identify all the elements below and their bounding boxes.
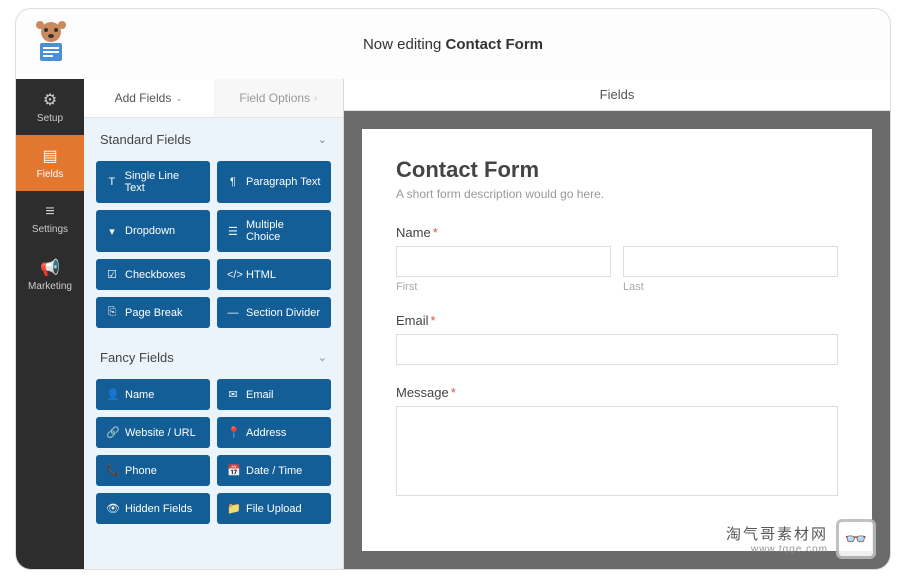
phone-icon: 📞: [106, 464, 118, 477]
first-name-input[interactable]: [396, 246, 611, 277]
fields-panel: Add Fields⌄ Field Options› Standard Fiel…: [84, 79, 344, 569]
field-phone[interactable]: 📞Phone: [96, 455, 210, 486]
sidebar-item-label: Fields: [37, 169, 64, 180]
top-bar: Now editing Contact Form: [16, 9, 890, 79]
field-date-time[interactable]: 📅Date / Time: [217, 455, 331, 486]
eye-icon: 👁: [106, 502, 118, 515]
pin-icon: 📍: [227, 426, 239, 439]
glasses-icon: 👓: [845, 529, 867, 550]
paragraph-icon: ¶: [227, 176, 239, 188]
group-fancy-fields[interactable]: Fancy Fields⌄: [84, 336, 343, 379]
person-icon: 👤: [106, 388, 118, 401]
tab-field-options[interactable]: Field Options›: [214, 79, 344, 117]
tab-add-fields[interactable]: Add Fields⌄: [84, 79, 214, 117]
text-icon: T: [106, 176, 118, 188]
field-html[interactable]: </>HTML: [217, 259, 331, 290]
field-page-break[interactable]: ⎘Page Break: [96, 297, 210, 328]
dropdown-icon: ▾: [106, 225, 118, 238]
field-paragraph-text[interactable]: ¶Paragraph Text: [217, 161, 331, 203]
code-icon: </>: [227, 269, 239, 281]
folder-icon: 📁: [227, 502, 239, 515]
last-name-input[interactable]: [623, 246, 838, 277]
sidebar-item-label: Settings: [32, 224, 68, 235]
form-icon: ▤: [42, 146, 57, 166]
field-section-divider[interactable]: —Section Divider: [217, 297, 331, 328]
field-dropdown[interactable]: ▾Dropdown: [96, 210, 210, 252]
form-field-name[interactable]: Name* First Last: [396, 225, 838, 293]
sliders-icon: ≡: [45, 203, 54, 221]
field-name[interactable]: 👤Name: [96, 379, 210, 410]
watermark-avatar: 👓: [836, 519, 876, 559]
form-preview: Contact Form A short form description wo…: [362, 129, 872, 551]
watermark: 淘气哥素材网 www.tqge.com 👓: [726, 519, 876, 559]
page-title: Now editing Contact Form: [16, 36, 890, 53]
group-standard-fields[interactable]: Standard Fields⌄: [84, 118, 343, 161]
sidebar-item-settings[interactable]: ≡ Settings: [16, 191, 84, 247]
left-sidebar: ⚙ Setup ▤ Fields ≡ Settings 📢 Marketing: [16, 79, 84, 569]
link-icon: 🔗: [106, 426, 118, 439]
canvas-header: Fields: [344, 79, 890, 111]
calendar-icon: 📅: [227, 464, 239, 477]
chevron-down-icon: ⌄: [318, 351, 327, 364]
field-multiple-choice[interactable]: ☰Multiple Choice: [217, 210, 331, 252]
sidebar-item-label: Marketing: [28, 281, 72, 292]
field-hidden-fields[interactable]: 👁Hidden Fields: [96, 493, 210, 524]
required-icon: *: [433, 225, 438, 240]
sidebar-item-marketing[interactable]: 📢 Marketing: [16, 247, 84, 303]
first-sublabel: First: [396, 281, 611, 293]
form-field-email[interactable]: Email*: [396, 313, 838, 365]
email-input[interactable]: [396, 334, 838, 365]
last-sublabel: Last: [623, 281, 838, 293]
envelope-icon: ✉: [227, 388, 239, 401]
field-address[interactable]: 📍Address: [217, 417, 331, 448]
divider-icon: —: [227, 307, 239, 319]
form-title: Contact Form: [396, 157, 838, 183]
sidebar-item-label: Setup: [37, 113, 63, 124]
chevron-down-icon: ⌄: [318, 133, 327, 146]
form-description: A short form description would go here.: [396, 187, 838, 201]
gear-icon: ⚙: [43, 90, 57, 110]
message-input[interactable]: [396, 406, 838, 496]
page-break-icon: ⎘: [106, 306, 118, 319]
field-file-upload[interactable]: 📁File Upload: [217, 493, 331, 524]
list-icon: ☰: [227, 225, 239, 238]
sidebar-item-setup[interactable]: ⚙ Setup: [16, 79, 84, 135]
field-single-line-text[interactable]: TSingle Line Text: [96, 161, 210, 203]
required-icon: *: [451, 385, 456, 400]
field-email[interactable]: ✉Email: [217, 379, 331, 410]
checkbox-icon: ☑: [106, 268, 118, 281]
required-icon: *: [431, 313, 436, 328]
field-checkboxes[interactable]: ☑Checkboxes: [96, 259, 210, 290]
sidebar-item-fields[interactable]: ▤ Fields: [16, 135, 84, 191]
chevron-down-icon: ⌄: [175, 93, 183, 104]
field-website-url[interactable]: 🔗Website / URL: [96, 417, 210, 448]
chevron-right-icon: ›: [314, 93, 317, 103]
megaphone-icon: 📢: [40, 258, 60, 278]
wpforms-logo: [26, 17, 76, 67]
form-field-message[interactable]: Message*: [396, 385, 838, 501]
